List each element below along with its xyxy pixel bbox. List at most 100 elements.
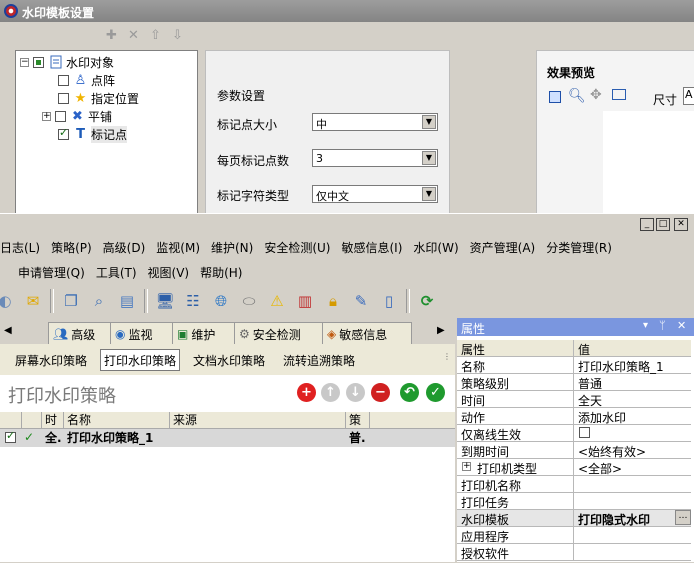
prop-value[interactable]: 普通 [578,375,602,392]
expand-icon[interactable]: + [462,462,471,471]
subtab-screen-watermark[interactable]: 屏幕水印策略 [15,350,87,370]
search-doc-icon[interactable]: ⌕ [88,290,110,312]
zoom-icon[interactable]: 🔍︎ [568,88,586,104]
add-icon[interactable]: ✚ [106,28,117,43]
prop-row[interactable]: 时间 全天 [457,391,691,408]
prop-value[interactable]: 添加水印 [578,409,626,426]
main-title-bar[interactable]: _ □ ✕ [0,214,694,234]
warning-icon[interactable]: ⚠ [266,290,288,312]
tree-item-dot-matrix[interactable]: ♙ 点阵 [58,71,115,89]
col-check[interactable] [0,412,22,429]
prop-value[interactable]: 全天 [578,392,602,409]
tab-scroll-left-icon[interactable]: ◀ [4,325,12,336]
drive-icon[interactable]: ⬭ [238,290,260,312]
col-source[interactable]: 来源 [170,412,346,429]
window-icon[interactable] [612,89,626,100]
close-icon[interactable]: ✕ [677,319,686,332]
size-input[interactable]: A [683,87,694,105]
row-checkbox[interactable] [5,429,16,443]
document-icon[interactable]: ▤ [116,290,138,312]
move-up-icon[interactable]: ⇧ [150,28,161,43]
select-icon[interactable] [549,91,561,103]
tree-item-tile[interactable]: + ✖ 平铺 [42,107,112,125]
chart-icon[interactable]: ▥ [294,290,316,312]
maximize-button[interactable]: □ [656,218,670,231]
col-name[interactable]: 名称 [64,412,170,429]
dialog-title-bar[interactable]: 水印模板设置 [0,0,694,22]
menu-assets[interactable]: 资产管理(A) [470,239,536,256]
refresh-icon[interactable]: ⟳ [416,290,438,312]
collapse-icon[interactable]: − [20,57,29,67]
chevron-down-icon[interactable]: ▼ [422,151,436,165]
menu-log[interactable]: 日志(L) [0,239,40,256]
form-icon[interactable]: ☷ [182,290,204,312]
tab-scroll-right-icon[interactable]: ▶ [437,325,445,336]
marker-size-select[interactable]: 中 ▼ [312,113,438,131]
table-row[interactable]: ✓ 全. 打印水印策略_1 普. [0,429,455,447]
dropdown-icon[interactable]: ▾ [643,320,648,331]
prop-value[interactable]: 打印隐式水印 [578,511,650,528]
move-down-button[interactable]: ↓ [346,383,365,402]
move-icon[interactable]: ✥ [590,87,602,103]
menu-view[interactable]: 视图(V) [148,264,190,281]
tree-root[interactable]: − 水印对象 [20,53,114,71]
tab-monitor[interactable]: ◉ 监视 [110,322,174,345]
chevron-down-icon[interactable]: ▼ [422,115,436,129]
subtab-document-watermark[interactable]: 文档水印策略 [193,350,265,370]
watermark-object-tree[interactable]: − 水印对象 ♙ 点阵 ★ 指定位置 + ✖ 平铺 T 标记点 [15,50,198,217]
subtab-trace-policy[interactable]: 流转追溯策略 [283,350,355,370]
prop-row[interactable]: 动作 添加水印 [457,408,691,425]
subtab-print-watermark[interactable]: 打印水印策略 [100,349,181,371]
prop-value[interactable]: 打印水印策略_1 [578,358,664,375]
tab-maintain[interactable]: ▣ 维护 [172,322,236,345]
lock-icon[interactable]: 🔒︎ [322,290,344,312]
tree-item-position[interactable]: ★ 指定位置 [58,89,139,107]
tree-item-checkbox[interactable] [58,92,69,104]
menu-security[interactable]: 安全检测(U) [264,239,330,256]
tree-root-checkbox[interactable] [33,56,44,68]
tree-item-marker[interactable]: T 标记点 [58,125,128,143]
add-button[interactable]: + [297,383,316,402]
menu-help[interactable]: 帮助(H) [200,264,242,281]
menu-advanced[interactable]: 高级(D) [103,239,146,256]
scroll-handle-icon[interactable]: ⋮ [443,352,451,361]
menu-watermark[interactable]: 水印(W) [413,239,458,256]
properties-title-bar[interactable]: 属性 ▾ ᛘ ✕ [457,318,694,336]
prop-row[interactable]: 名称 打印水印策略_1 [457,357,691,374]
minimize-button[interactable]: _ [640,218,654,231]
globe-partial-icon[interactable]: ◐ [0,290,16,312]
tab-advanced[interactable]: 👥︎ 高级 [48,322,112,345]
tab-sensitive[interactable]: ◈ 敏感信息 [322,322,412,345]
prop-row[interactable]: 打印机名称 [457,476,691,493]
menu-maintain[interactable]: 维护(N) [211,239,253,256]
edit-icon[interactable]: ✎ [350,290,372,312]
menu-monitor[interactable]: 监视(M) [156,239,200,256]
prop-value[interactable]: <始终有效> [578,443,646,460]
expand-icon[interactable]: + [42,111,51,121]
marker-char-type-select[interactable]: 仅中文 ▼ [312,185,438,203]
col-time[interactable]: 时 [42,412,64,429]
prop-row[interactable]: 仅离线生效 [457,425,691,442]
col-policy[interactable]: 策 [346,412,370,429]
move-down-icon[interactable]: ⇩ [172,28,183,43]
prop-row-selected[interactable]: 水印模板 打印隐式水印 … [457,510,691,527]
tree-item-checkbox[interactable] [58,126,69,140]
chevron-down-icon[interactable]: ▼ [422,187,436,201]
undo-button[interactable]: ↶ [400,383,419,402]
globe-icon[interactable]: 🌐︎ [210,290,232,312]
move-up-button[interactable]: ↑ [321,383,340,402]
menu-sensitive[interactable]: 敏感信息(I) [342,239,403,256]
delete-button[interactable]: − [371,383,390,402]
prop-row[interactable]: 打印任务 [457,493,691,510]
menu-classification[interactable]: 分类管理(R) [546,239,612,256]
col-status[interactable] [22,412,42,429]
prop-row[interactable]: 到期时间 <始终有效> [457,442,691,459]
tree-item-checkbox[interactable] [55,110,66,122]
offline-only-checkbox[interactable] [579,427,590,438]
tree-item-checkbox[interactable] [58,74,69,86]
prop-value[interactable]: <全部> [578,460,622,477]
browse-button[interactable]: … [675,510,691,525]
prop-row[interactable]: + 打印机类型 <全部> [457,459,691,476]
apply-button[interactable]: ✓ [426,383,445,402]
note-icon[interactable]: ✉ [22,290,44,312]
